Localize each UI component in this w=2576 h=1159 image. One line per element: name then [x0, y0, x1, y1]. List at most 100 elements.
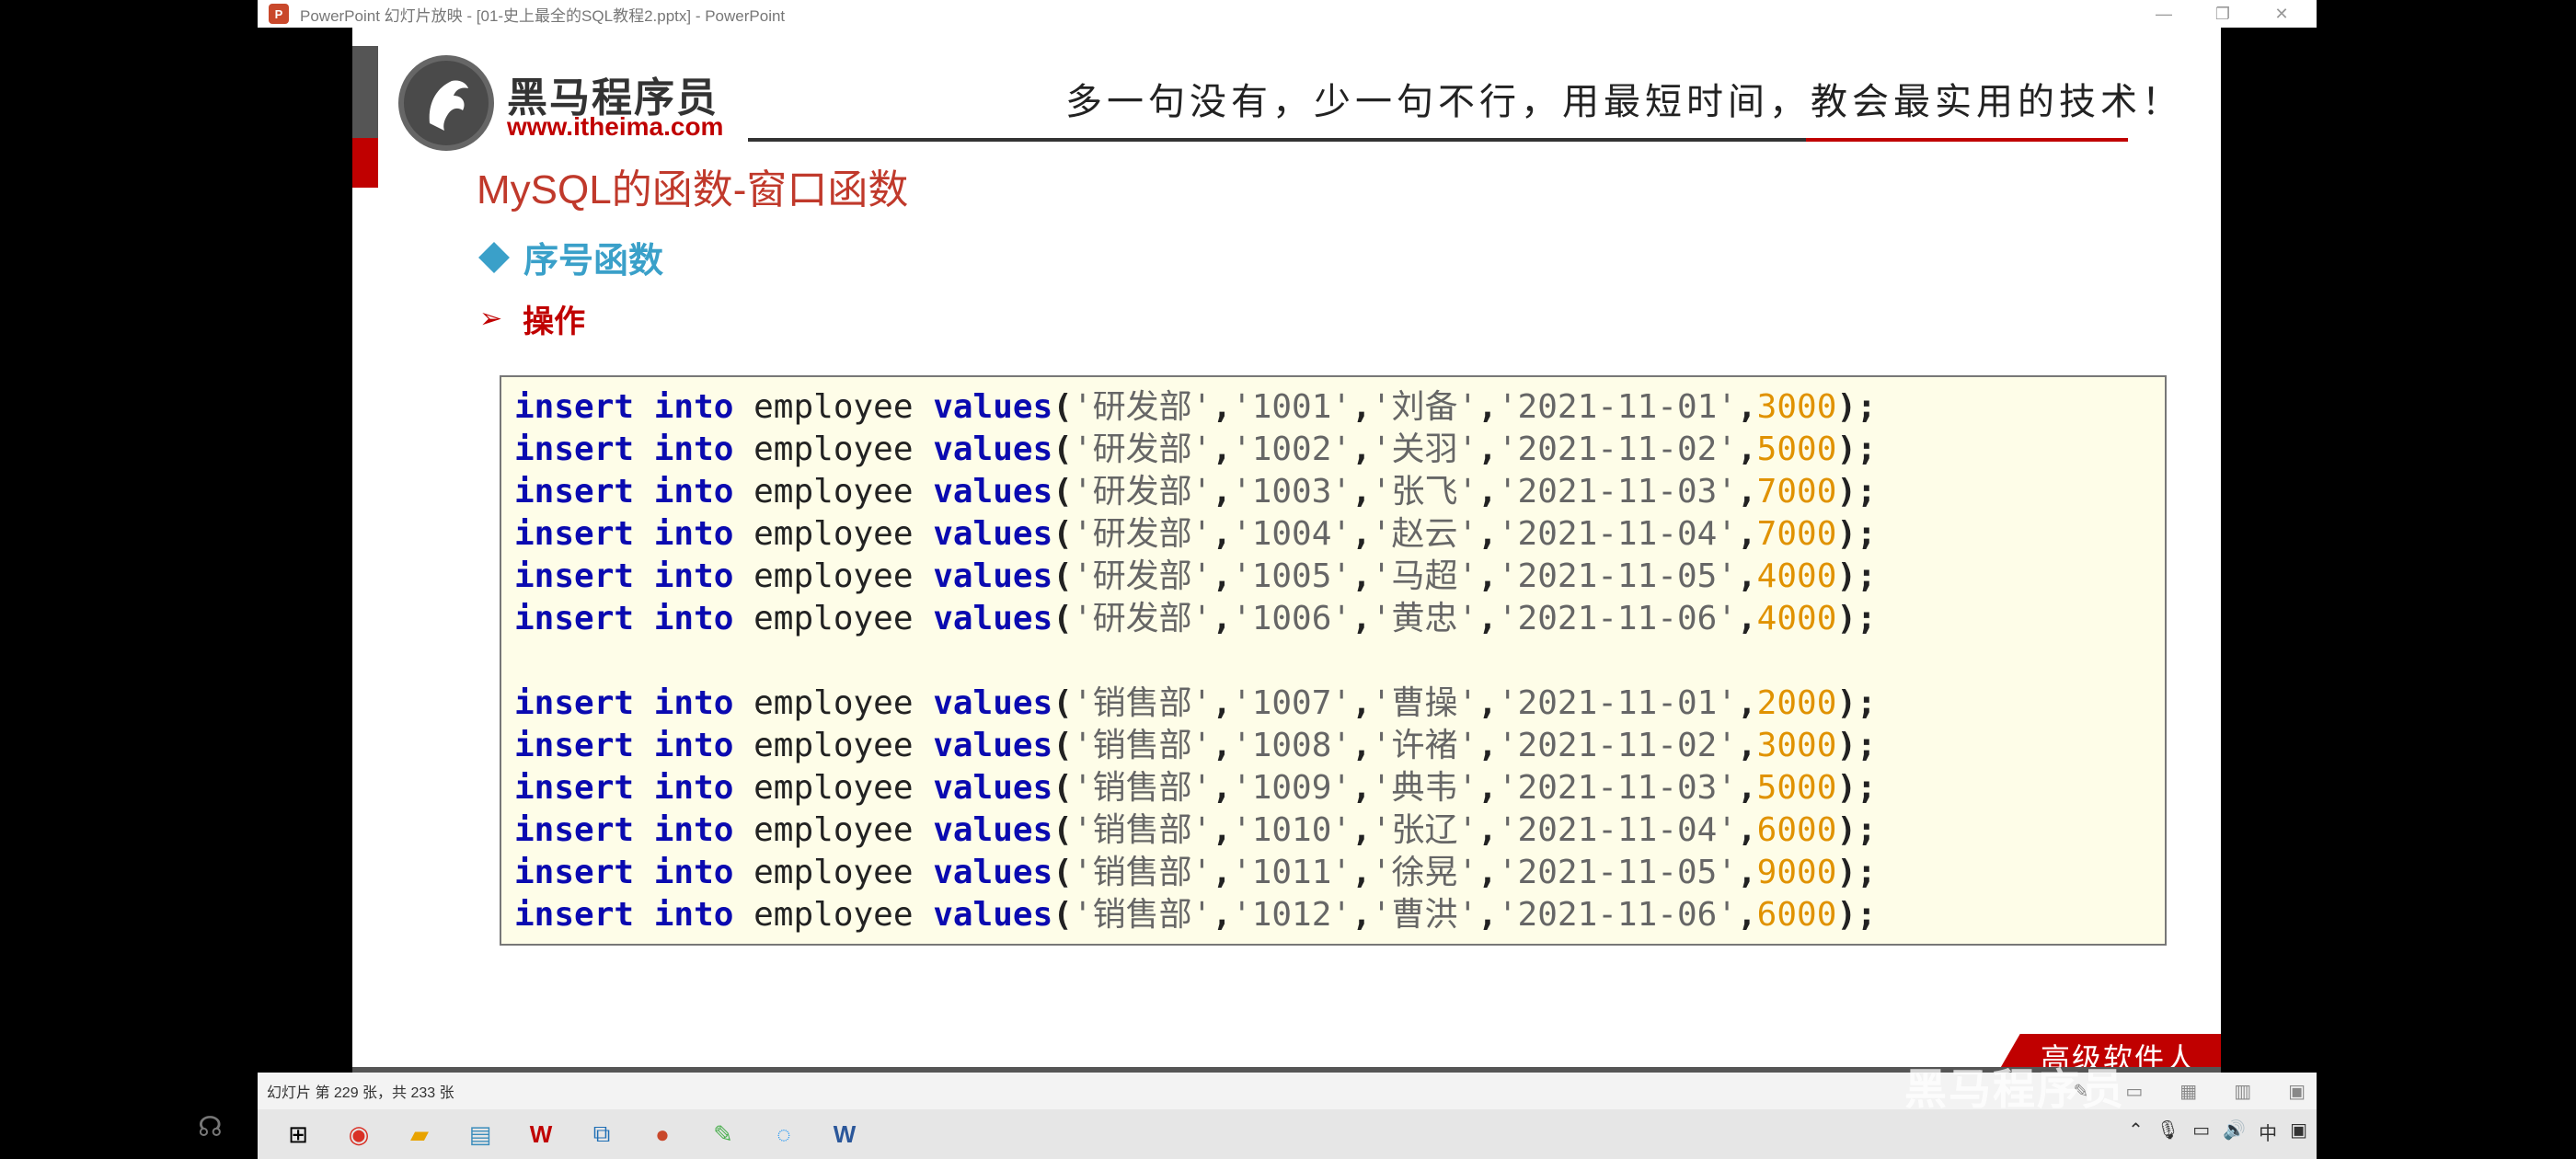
- view-reading-icon[interactable]: ▥: [2234, 1080, 2251, 1103]
- virtualbox-icon[interactable]: ⧉: [581, 1114, 622, 1154]
- notepad-icon[interactable]: ▤: [460, 1114, 500, 1154]
- punctuation: (: [1052, 684, 1073, 722]
- table-name: employee: [753, 473, 914, 511]
- quote: ': [1191, 811, 1213, 849]
- powerpoint-window: P PowerPoint 幻灯片放映 - [01-史上最全的SQL教程2.ppt…: [258, 0, 2317, 1109]
- view-grid-icon[interactable]: ▦: [2179, 1080, 2197, 1103]
- brand-url: www.itheima.com: [507, 112, 724, 141]
- quote: ': [1371, 557, 1392, 595]
- quote: ': [1497, 684, 1518, 722]
- keyword-values: values: [933, 473, 1053, 511]
- notification-icon[interactable]: ▣: [2290, 1119, 2307, 1145]
- windows-start-icon[interactable]: ⊞: [278, 1114, 318, 1154]
- table-name: employee: [753, 769, 914, 807]
- keyword-insert: insert: [514, 727, 635, 764]
- quote: ': [1497, 473, 1518, 511]
- quote: ': [1191, 430, 1213, 468]
- punctuation: );: [1836, 600, 1877, 637]
- code-line: insert into employee values('销售部','1007'…: [514, 683, 2152, 725]
- punctuation: ,: [1478, 854, 1498, 891]
- slide-canvas[interactable]: 黑马程序员 www.itheima.com 多一句没有，少一句不行，用最短时间，…: [352, 28, 2221, 1073]
- keyword-insert: insert: [514, 684, 635, 722]
- view-normal-icon[interactable]: ▭: [2125, 1080, 2143, 1103]
- quote: ': [1497, 600, 1518, 637]
- punctuation: ,: [1351, 684, 1372, 722]
- quote: ': [1717, 600, 1737, 637]
- quote: ': [1371, 727, 1392, 764]
- value-ename: 张辽: [1391, 811, 1458, 849]
- value-eid: 1005: [1251, 557, 1332, 595]
- paint-icon[interactable]: ✎: [703, 1114, 743, 1154]
- header-divider-accent: [1806, 138, 2128, 142]
- quote: ': [1371, 854, 1392, 891]
- value-eid: 1007: [1251, 684, 1332, 722]
- keyword-into: into: [653, 896, 734, 934]
- file-explorer-icon[interactable]: ▰: [399, 1114, 440, 1154]
- quote: ': [1191, 388, 1213, 426]
- punctuation: ,: [1351, 515, 1372, 553]
- value-salary: 2000: [1756, 684, 1837, 722]
- quote: ': [1371, 430, 1392, 468]
- word-icon[interactable]: W: [824, 1114, 865, 1154]
- value-dname: 销售部: [1092, 769, 1192, 807]
- table-name: employee: [753, 684, 914, 722]
- punctuation: );: [1836, 473, 1877, 511]
- code-line: insert into employee values('销售部','1009'…: [514, 767, 2152, 809]
- punctuation: ,: [1212, 896, 1233, 934]
- code-block: insert into employee values('研发部','1001'…: [500, 375, 2167, 946]
- table-name: employee: [753, 811, 914, 849]
- value-dname: 销售部: [1092, 684, 1192, 722]
- quote: ': [1457, 684, 1478, 722]
- punctuation: (: [1052, 515, 1073, 553]
- quote: ': [1457, 430, 1478, 468]
- keyword-into: into: [653, 473, 734, 511]
- keyword-into: into: [653, 727, 734, 764]
- punctuation: ,: [1478, 896, 1498, 934]
- quote: ': [1457, 854, 1478, 891]
- value-eid: 1001: [1251, 388, 1332, 426]
- value-ename: 赵云: [1391, 515, 1458, 553]
- punctuation: );: [1836, 811, 1877, 849]
- network-icon[interactable]: ▭: [2192, 1119, 2210, 1145]
- chevron-up-icon[interactable]: ⌃: [2128, 1119, 2144, 1145]
- value-hiredate: 2021-11-06: [1517, 600, 1718, 637]
- value-hiredate: 2021-11-01: [1517, 684, 1718, 722]
- punctuation: ,: [1478, 557, 1498, 595]
- minimize-button[interactable]: —: [2134, 0, 2193, 28]
- keyword-insert: insert: [514, 388, 635, 426]
- value-eid: 1008: [1251, 727, 1332, 764]
- value-dname: 研发部: [1092, 600, 1192, 637]
- slide-counter: 幻灯片 第 229 张，共 233 张: [267, 1085, 454, 1101]
- code-line: insert into employee values('研发部','1005'…: [514, 556, 2152, 598]
- keyword-values: values: [933, 727, 1053, 764]
- restore-button[interactable]: ❐: [2193, 0, 2252, 28]
- code-line: insert into employee values('销售部','1010'…: [514, 809, 2152, 852]
- value-dname: 销售部: [1092, 896, 1192, 934]
- close-button[interactable]: ✕: [2252, 0, 2311, 28]
- punctuation: ,: [1478, 769, 1498, 807]
- value-eid: 1002: [1251, 430, 1332, 468]
- chrome-icon[interactable]: ◉: [339, 1114, 379, 1154]
- ime-icon[interactable]: 中: [2259, 1119, 2277, 1145]
- wps-icon[interactable]: W: [521, 1114, 561, 1154]
- quote: ': [1232, 515, 1252, 553]
- quote: ': [1371, 473, 1392, 511]
- quote: ': [1457, 727, 1478, 764]
- keyword-into: into: [653, 430, 734, 468]
- value-ename: 许褚: [1391, 727, 1458, 764]
- browser-icon[interactable]: ◌: [764, 1114, 804, 1154]
- bullet-level-1-text: 序号函数: [523, 242, 664, 281]
- quote: ': [1331, 515, 1352, 553]
- quote: ': [1717, 769, 1737, 807]
- powerpoint-taskbar-icon[interactable]: ●: [642, 1114, 683, 1154]
- mic-icon[interactable]: 🎙: [2156, 1119, 2179, 1145]
- view-slideshow-icon[interactable]: ▣: [2288, 1080, 2306, 1103]
- volume-icon[interactable]: 🔊: [2223, 1119, 2246, 1145]
- value-dname: 销售部: [1092, 854, 1192, 891]
- window-title: PowerPoint 幻灯片放映 - [01-史上最全的SQL教程2.pptx]…: [300, 6, 786, 25]
